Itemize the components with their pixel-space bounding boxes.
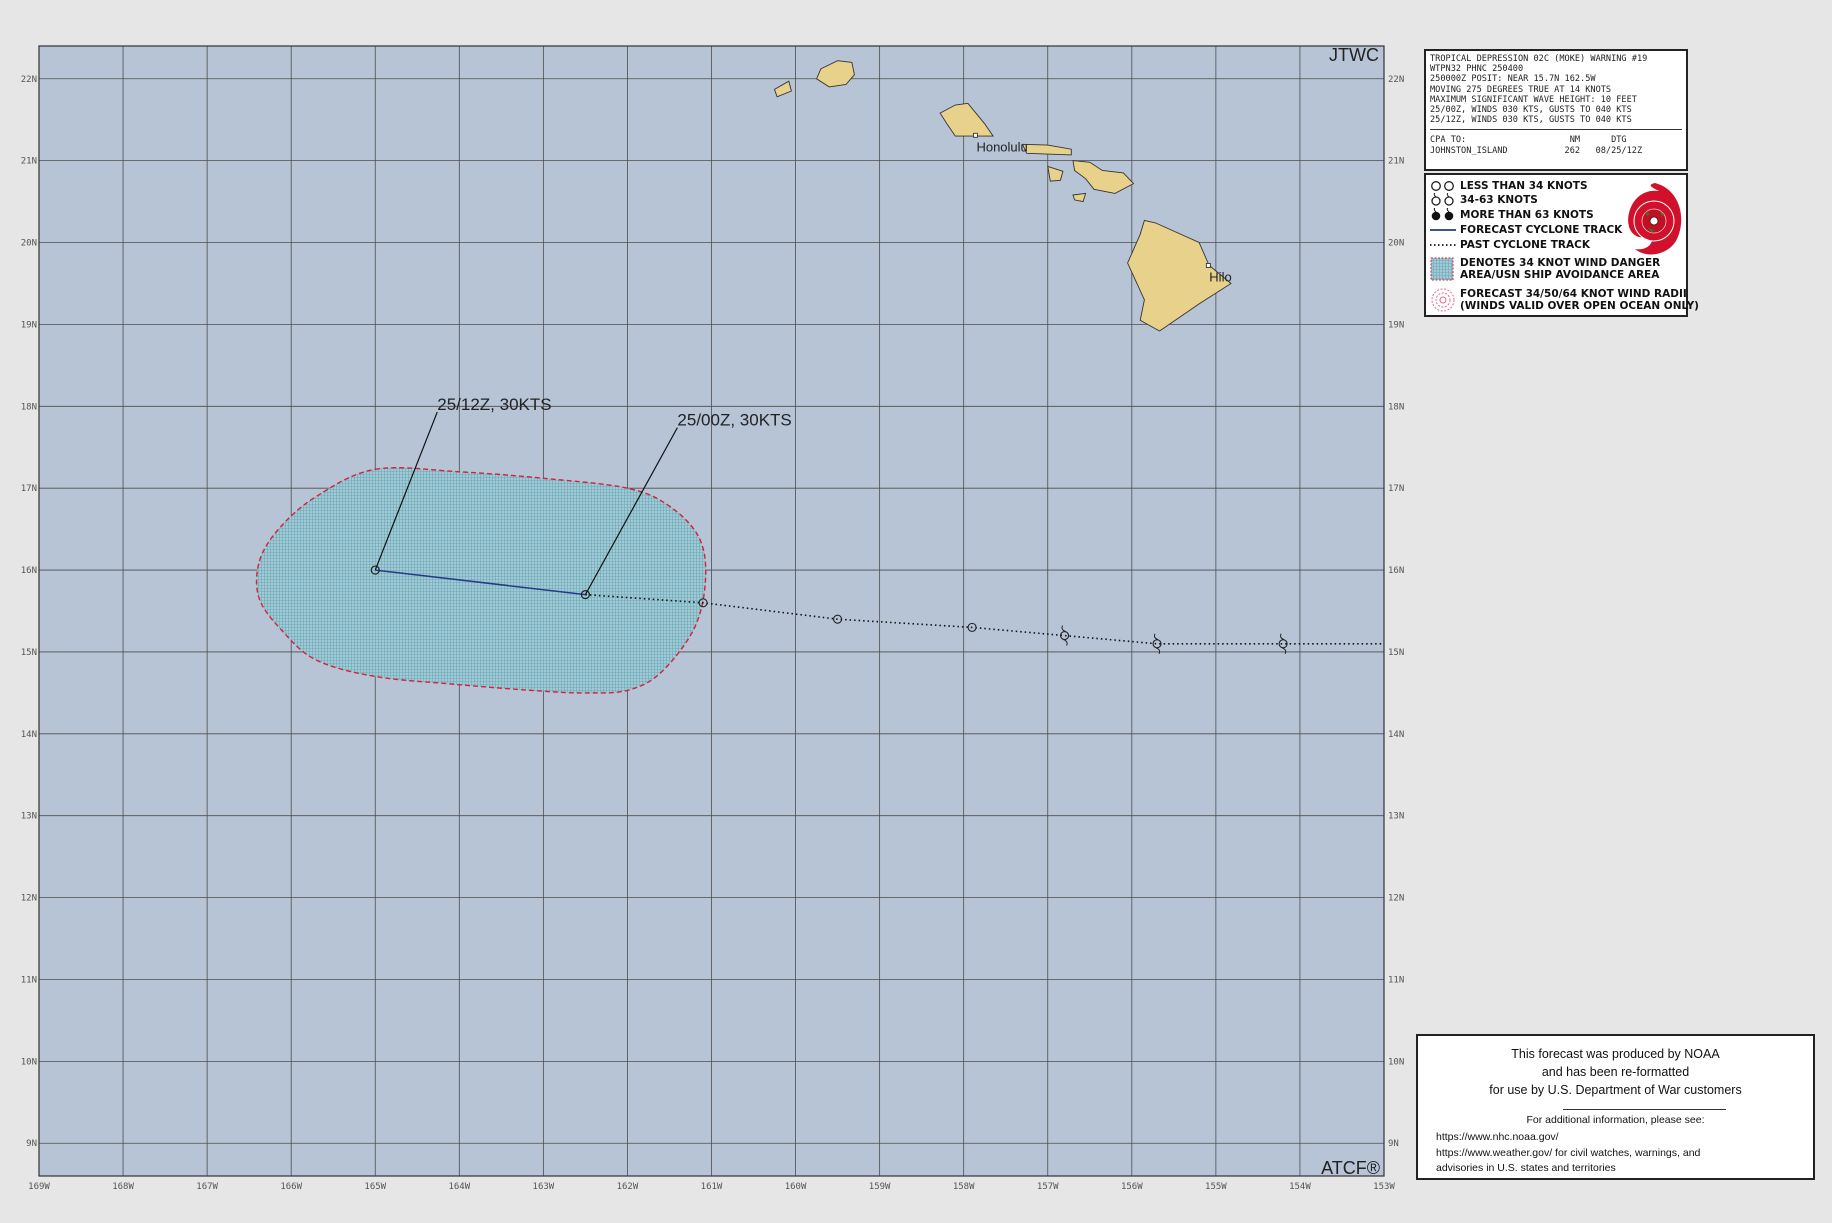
lat-tick-label-left: 11N	[21, 975, 37, 985]
noaa-info-text: For additional information, please see:	[1526, 1114, 1705, 1126]
lat-tick-label-right: 13N	[1388, 812, 1404, 822]
nws-link-continued: advisories in U.S. states and territorie…	[1436, 1162, 1616, 1174]
danger-area-icon	[1430, 257, 1460, 281]
lat-tick-label-left: 9N	[26, 1139, 37, 1149]
forecast-label-25-00z: 25/00Z, 30KTS	[677, 411, 791, 430]
noaa-line-2: and has been re-formatted	[1541, 1065, 1690, 1079]
city-label-hilo: Hilo	[1209, 269, 1231, 284]
warning-wave-height: MAXIMUM SIGNIFICANT WAVE HEIGHT: 10 FEET	[1430, 94, 1637, 105]
34-63-knots-icon	[1430, 193, 1460, 207]
lat-tick-label-left: 14N	[21, 730, 37, 740]
legend-item-34-63: 34-63 KNOTS	[1430, 193, 1538, 207]
legend-label-wind-radii: FORECAST 34/50/64 KNOT WIND RADII (WINDS…	[1460, 287, 1699, 313]
warning-title: TROPICAL DEPRESSION 02C (MOKE) WARNING #…	[1430, 54, 1648, 64]
city-marker	[1205, 263, 1211, 268]
lat-tick-label-right: 21N	[1388, 157, 1404, 167]
agency-label: JTWC	[1329, 45, 1379, 65]
lon-tick-label: 156W	[1121, 1182, 1143, 1192]
island-kahoolawe	[1072, 192, 1087, 203]
lat-tick-label-left: 12N	[21, 894, 37, 904]
lat-tick-label-right: 19N	[1388, 320, 1404, 330]
lat-tick-label-right: 11N	[1388, 975, 1404, 985]
city-label-honolulu: Honolulu	[976, 139, 1027, 154]
lat-tick-label-left: 20N	[21, 239, 37, 249]
noaa-notice-box: This forecast was produced by NOAA and h…	[1416, 1034, 1815, 1180]
warning-position: 250000Z POSIT: NEAR 15.7N 162.5W	[1430, 74, 1596, 85]
warning-header: WTPN32 PHNC 250400	[1430, 64, 1524, 75]
warning-divider	[1430, 129, 1682, 131]
jtwc-seal-logo	[1628, 183, 1682, 255]
wind-radii-icon	[1430, 287, 1460, 313]
lat-tick-label-right: 9N	[1388, 1139, 1399, 1149]
cpa-header: CPA TO: NM DTG	[1430, 135, 1627, 146]
noaa-line-1: This forecast was produced by NOAA	[1511, 1047, 1720, 1061]
lon-tick-label: 161W	[701, 1182, 723, 1192]
lat-tick-label-right: 15N	[1388, 648, 1404, 658]
forecast-label-25-12z: 25/12Z, 30KTS	[437, 395, 551, 414]
lat-tick-label-left: 22N	[21, 75, 37, 85]
legend-item-danger-area: DENOTES 34 KNOT WIND DANGER AREA/USN SHI…	[1430, 256, 1660, 282]
lat-tick-label-right: 18N	[1388, 402, 1404, 412]
lat-tick-label-left: 15N	[21, 648, 37, 658]
warning-forecast-00z: 25/00Z, WINDS 030 KTS, GUSTS TO 040 KTS	[1430, 105, 1632, 116]
lon-tick-label: 154W	[1289, 1182, 1311, 1192]
past-track-icon	[1430, 242, 1460, 248]
warning-info-box: TROPICAL DEPRESSION 02C (MOKE) WARNING #…	[1424, 49, 1688, 171]
lon-tick-label: 168W	[112, 1182, 134, 1192]
wind-danger-area	[255, 467, 707, 694]
noaa-line-3: for use by U.S. Department of War custom…	[1489, 1083, 1742, 1097]
atcf-label: ATCF®	[1321, 1158, 1380, 1178]
lon-tick-label: 165W	[364, 1182, 386, 1192]
warning-forecast-12z: 25/12Z, WINDS 030 KTS, GUSTS TO 040 KTS	[1430, 115, 1632, 126]
legend-item-forecast-track: FORECAST CYCLONE TRACK	[1430, 223, 1622, 237]
lat-tick-label-right: 22N	[1388, 75, 1404, 85]
more-than-63-knots-icon	[1430, 208, 1460, 222]
danger-area-polygon	[255, 467, 707, 694]
lat-tick-label-right: 14N	[1388, 730, 1404, 740]
lat-tick-label-right: 10N	[1388, 1057, 1404, 1067]
noaa-divider	[1563, 1109, 1726, 1110]
less-than-34-knots-icon	[1430, 180, 1460, 192]
legend-label-more-than-63: MORE THAN 63 KNOTS	[1460, 208, 1594, 221]
lat-tick-label-left: 18N	[21, 402, 37, 412]
lat-tick-label-left: 13N	[21, 812, 37, 822]
legend: LESS THAN 34 KNOTS 34-63 KNOTS MORE THAN…	[1424, 173, 1699, 317]
lon-tick-label: 166W	[280, 1182, 302, 1192]
legend-label-34-63: 34-63 KNOTS	[1460, 193, 1538, 206]
lat-tick-label-right: 20N	[1388, 239, 1404, 249]
lat-tick-label-left: 17N	[21, 484, 37, 494]
legend-label-danger-area: DENOTES 34 KNOT WIND DANGER AREA/USN SHI…	[1460, 256, 1661, 282]
lon-tick-label: 162W	[617, 1182, 639, 1192]
legend-label-past-track: PAST CYCLONE TRACK	[1460, 238, 1590, 251]
legend-item-less-than-34: LESS THAN 34 KNOTS	[1430, 179, 1588, 193]
lon-tick-label: 160W	[785, 1182, 807, 1192]
city-marker	[973, 132, 978, 138]
legend-item-past-track: PAST CYCLONE TRACK	[1430, 238, 1590, 252]
lon-tick-label: 157W	[1037, 1182, 1059, 1192]
lat-tick-label-right: 17N	[1388, 484, 1404, 494]
lat-tick-label-left: 21N	[21, 157, 37, 167]
lon-tick-label: 167W	[196, 1182, 218, 1192]
lon-tick-label: 153W	[1373, 1182, 1395, 1192]
lon-tick-label: 164W	[448, 1182, 470, 1192]
warning-movement: MOVING 275 DEGREES TRUE AT 14 KNOTS	[1430, 84, 1612, 95]
lon-tick-label: 155W	[1205, 1182, 1227, 1192]
nws-link[interactable]: https://www.weather.gov/ for civil watch…	[1436, 1146, 1700, 1162]
lon-tick-label: 169W	[28, 1182, 50, 1192]
cpa-row: JOHNSTON_ISLAND 262 08/25/12Z	[1430, 145, 1643, 156]
legend-item-wind-radii: FORECAST 34/50/64 KNOT WIND RADII (WINDS…	[1430, 287, 1699, 313]
lon-tick-label: 159W	[869, 1182, 891, 1192]
lon-tick-label: 158W	[953, 1182, 975, 1192]
legend-label-less-than-34: LESS THAN 34 KNOTS	[1460, 179, 1588, 192]
legend-label-forecast-track: FORECAST CYCLONE TRACK	[1460, 223, 1623, 236]
lat-tick-label-left: 10N	[21, 1057, 37, 1067]
lat-tick-label-left: 16N	[21, 566, 37, 576]
nhc-link[interactable]: https://www.nhc.noaa.gov/	[1436, 1130, 1700, 1146]
forecast-track-icon	[1430, 227, 1460, 233]
lat-tick-label-right: 16N	[1388, 566, 1404, 576]
lat-tick-label-right: 12N	[1388, 894, 1404, 904]
legend-item-more-than-63: MORE THAN 63 KNOTS	[1430, 208, 1594, 222]
lat-tick-label-left: 19N	[21, 320, 37, 330]
lon-tick-label: 163W	[533, 1182, 555, 1192]
